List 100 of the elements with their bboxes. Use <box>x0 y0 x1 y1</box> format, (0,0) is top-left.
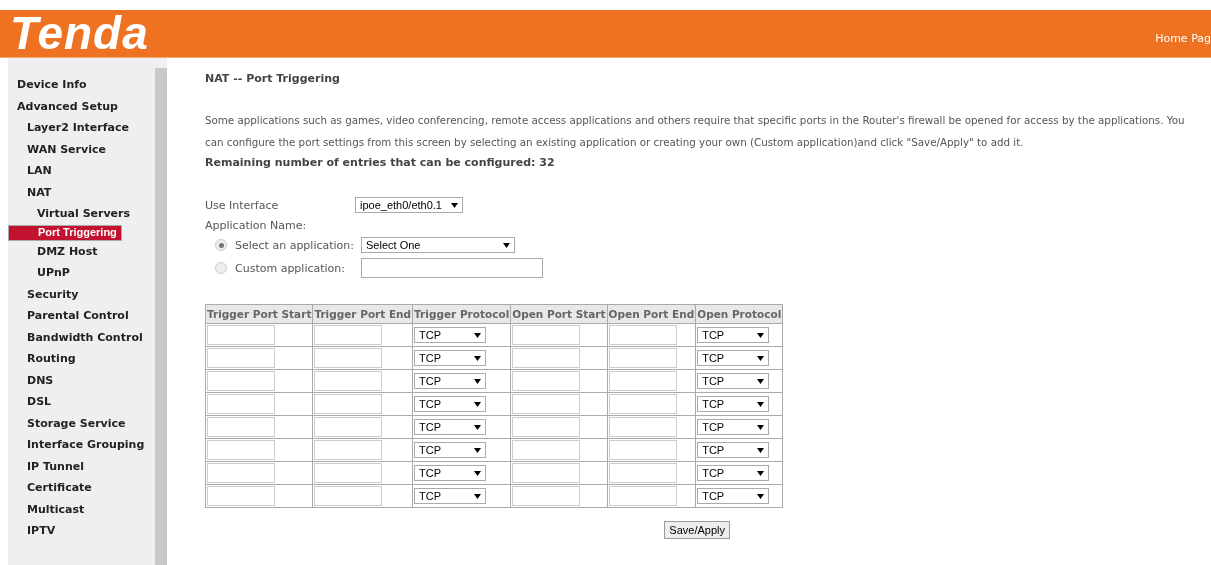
caret-icon <box>503 242 510 248</box>
port-field[interactable] <box>314 440 383 460</box>
sidebar-item[interactable]: DMZ Host <box>8 240 102 262</box>
sidebar-item[interactable]: LAN <box>8 160 56 182</box>
port-field[interactable] <box>207 394 275 414</box>
sidebar-item[interactable]: Multicast <box>8 498 89 520</box>
sidebar-item[interactable]: Bandwidth Control <box>8 326 147 348</box>
protocol-dropdown[interactable]: TCP <box>697 327 770 343</box>
custom-application-field[interactable] <box>361 258 543 278</box>
save-apply-button[interactable]: Save/Apply <box>664 521 730 539</box>
port-field[interactable] <box>608 348 677 368</box>
caret-icon <box>474 355 482 361</box>
port-field[interactable] <box>207 440 275 460</box>
sidebar-item[interactable]: Parental Control <box>8 305 133 327</box>
radio-button[interactable] <box>215 239 227 251</box>
port-field[interactable] <box>207 371 275 391</box>
column-header: Trigger Protocol <box>412 304 511 324</box>
protocol-dropdown[interactable]: TCP <box>414 396 487 412</box>
caret-icon <box>474 447 482 453</box>
port-field[interactable] <box>512 486 581 506</box>
caret-icon <box>474 378 482 384</box>
port-field[interactable] <box>608 486 677 506</box>
sidebar-item[interactable]: DSL <box>8 391 56 413</box>
sidebar-item[interactable]: UPnP <box>8 262 74 284</box>
port-field[interactable] <box>314 348 383 368</box>
port-field[interactable] <box>314 463 383 483</box>
caret-icon <box>757 470 765 476</box>
caret-icon <box>757 424 765 430</box>
interface-dropdown[interactable]: ipoe_eth0/eth0.1 <box>355 197 463 213</box>
sidebar-item[interactable]: IPTV <box>8 520 60 542</box>
port-field[interactable] <box>314 325 383 345</box>
protocol-dropdown[interactable]: TCP <box>697 419 770 435</box>
port-field[interactable] <box>314 486 383 506</box>
option-label: Select an application: <box>235 238 353 252</box>
application-dropdown[interactable]: Select One <box>361 237 515 253</box>
protocol-dropdown[interactable]: TCP <box>414 442 487 458</box>
sidebar-item[interactable]: DNS <box>8 369 58 391</box>
port-field[interactable] <box>512 394 581 414</box>
field-label: Application Name: <box>205 219 308 232</box>
protocol-dropdown[interactable]: TCP <box>414 419 487 435</box>
caret-icon <box>757 493 765 499</box>
port-field[interactable] <box>207 348 275 368</box>
radio-button[interactable] <box>215 262 227 274</box>
port-field[interactable] <box>207 463 275 483</box>
caret-icon <box>757 401 765 407</box>
sidebar-item[interactable]: WAN Service <box>8 138 110 160</box>
port-field[interactable] <box>512 325 581 345</box>
column-header: Open Protocol <box>695 304 783 324</box>
protocol-dropdown[interactable]: TCP <box>414 327 487 343</box>
sidebar-item[interactable]: Device Info <box>8 74 91 96</box>
sidebar-item[interactable]: Routing <box>8 348 80 370</box>
description: Some applications such as games, video conferencing, remote access applications and others require that specific ports in the Router's firewall be opened for access by the applications. You can configure the port settings from this screen by selecting an existing application or creating your own (Custom application)and click "Save/Apply" to add it. <box>205 113 1186 150</box>
protocol-dropdown[interactable]: TCP <box>697 350 770 366</box>
port-field[interactable] <box>512 463 581 483</box>
scrollbar[interactable] <box>155 58 167 565</box>
field-label: Use Interface <box>205 198 280 212</box>
port-field[interactable] <box>512 440 581 460</box>
protocol-dropdown[interactable]: TCP <box>414 488 487 504</box>
protocol-dropdown[interactable]: TCP <box>697 442 770 458</box>
port-field[interactable] <box>314 371 383 391</box>
port-field[interactable] <box>608 325 677 345</box>
option-label: Custom application: <box>235 261 347 275</box>
caret-icon <box>474 401 482 407</box>
sidebar-item[interactable]: Interface Grouping <box>8 434 149 456</box>
sidebar-item[interactable]: Layer2 Interface <box>8 117 133 139</box>
sidebar-item[interactable]: Security <box>8 283 83 305</box>
sidebar-item[interactable]: Port Triggering <box>8 224 122 241</box>
port-field[interactable] <box>207 486 275 506</box>
caret-icon <box>474 332 482 338</box>
port-field[interactable] <box>207 417 275 437</box>
sidebar-item[interactable]: Storage Service <box>8 412 130 434</box>
caret-icon <box>474 493 482 499</box>
port-field[interactable] <box>314 417 383 437</box>
caret-icon <box>757 447 765 453</box>
sidebar-item[interactable]: NAT <box>8 181 56 203</box>
port-field[interactable] <box>608 371 677 391</box>
protocol-dropdown[interactable]: TCP <box>697 465 770 481</box>
port-field[interactable] <box>512 348 581 368</box>
port-field[interactable] <box>608 440 677 460</box>
protocol-dropdown[interactable]: TCP <box>697 396 770 412</box>
protocol-dropdown[interactable]: TCP <box>697 373 770 389</box>
caret-icon <box>757 332 765 338</box>
port-field[interactable] <box>608 394 677 414</box>
port-field[interactable] <box>608 417 677 437</box>
port-field[interactable] <box>207 325 275 345</box>
protocol-dropdown[interactable]: TCP <box>414 465 487 481</box>
column-header: Trigger Port End <box>312 304 413 324</box>
protocol-dropdown[interactable]: TCP <box>414 350 487 366</box>
sidebar-item[interactable]: IP Tunnel <box>8 455 88 477</box>
port-field[interactable] <box>608 463 677 483</box>
port-field[interactable] <box>512 371 581 391</box>
logo: Tenda <box>10 10 149 57</box>
page-title: NAT -- Port Triggering <box>205 72 341 85</box>
port-field[interactable] <box>512 417 581 437</box>
protocol-dropdown[interactable]: TCP <box>697 488 770 504</box>
port-field[interactable] <box>314 394 383 414</box>
sidebar-item[interactable]: Certificate <box>8 477 96 499</box>
sidebar-item[interactable]: Virtual Servers <box>8 203 135 225</box>
protocol-dropdown[interactable]: TCP <box>414 373 487 389</box>
sidebar-item[interactable]: Advanced Setup <box>8 95 122 117</box>
